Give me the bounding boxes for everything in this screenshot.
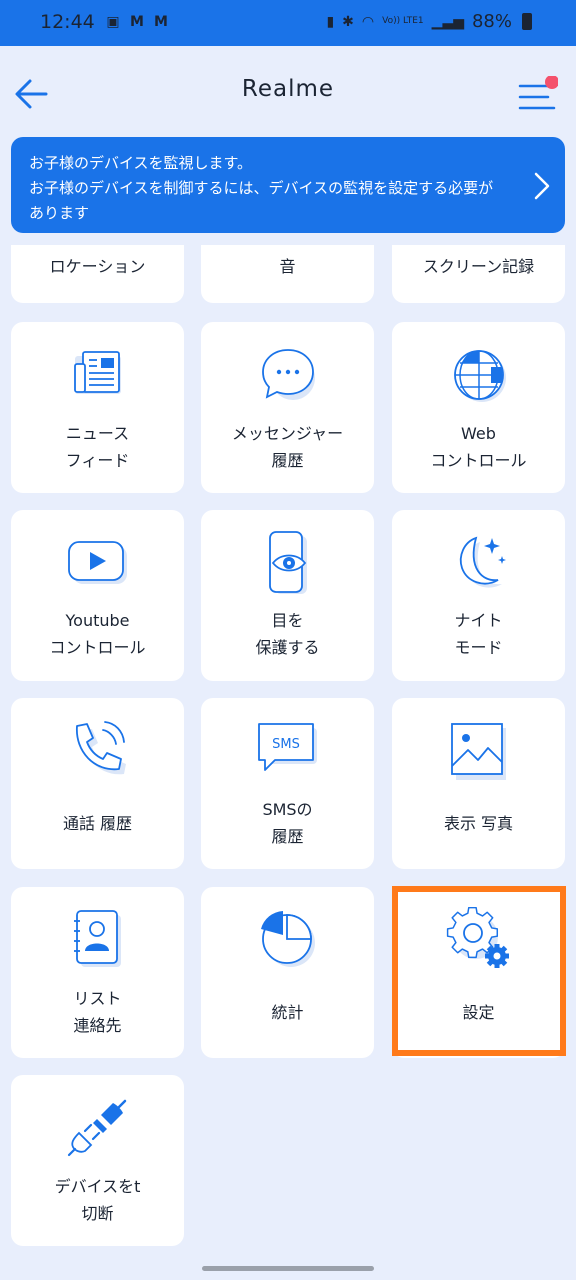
chevron-right-icon: [534, 172, 550, 200]
volte-icon: Vo)) LTE1: [382, 16, 424, 26]
tile-label: 音: [279, 257, 296, 276]
tile-label-line1: 統計: [271, 1003, 304, 1022]
tile-sms-history[interactable]: SMS SMSの 履歴: [201, 698, 374, 869]
tile-label-line1: メッセンジャー: [231, 424, 344, 443]
status-time: 12:44: [40, 11, 95, 33]
plug-disconnect-icon: [67, 1099, 126, 1157]
tile-label-line1: Web: [461, 424, 496, 443]
tile-disconnect-device[interactable]: デバイスをt 切断: [11, 1075, 184, 1246]
sms-icon: SMS: [257, 723, 317, 771]
photo-icon: [450, 723, 506, 780]
play-video-icon: [67, 541, 127, 584]
gear-icon: [446, 907, 509, 968]
globe-icon: [453, 350, 506, 402]
tile-eye-protection[interactable]: 目を 保護する: [201, 510, 374, 681]
tile-label-line2: 履歴: [271, 451, 304, 470]
signal-icon: ▁▃▅: [431, 13, 464, 30]
chat-bubble-icon: [261, 349, 315, 400]
tile-night-mode[interactable]: ナイト モード: [392, 510, 565, 681]
home-indicator[interactable]: [202, 1266, 374, 1271]
menu-icon[interactable]: [518, 76, 558, 116]
status-bar: 12:44 ▣ M M ▮ ✱ ◠ Vo)) LTE1 ▁▃▅ 88%: [0, 0, 576, 46]
tile-screen-recording[interactable]: スクリーン記録: [392, 245, 565, 303]
tile-label-line2: 切断: [81, 1204, 114, 1223]
tile-call-history[interactable]: 通話 履歴: [11, 698, 184, 869]
tile-label: スクリーン記録: [422, 257, 535, 276]
tile-settings[interactable]: 設定: [392, 887, 565, 1058]
contacts-book-icon: [73, 910, 121, 967]
tile-label-line2: フィード: [65, 451, 130, 470]
tile-label-line2: 連絡先: [73, 1016, 122, 1035]
tile-location[interactable]: ロケーション: [11, 245, 184, 303]
status-right: ▮ ✱ ◠ Vo)) LTE1 ▁▃▅ 88%: [326, 11, 532, 32]
tile-label-line1: 通話 履歴: [62, 814, 133, 833]
tile-label: ロケーション: [49, 257, 146, 276]
moon-stars-icon: [459, 536, 506, 588]
sim-icon: ▮: [326, 13, 335, 30]
tile-web-control[interactable]: Web コントロール: [392, 322, 565, 493]
banner-line-2: お子様のデバイスを制御するには、デバイスの監視を設定する必要があります: [29, 179, 494, 222]
sms-icon-text: SMS: [272, 737, 300, 752]
tile-label-line1: ナイト: [454, 611, 503, 630]
tile-label-line2: モード: [454, 638, 503, 657]
tile-label-line1: デバイスをt: [54, 1177, 141, 1196]
tile-youtube-control[interactable]: Youtube コントロール: [11, 510, 184, 681]
bluetooth-icon: ✱: [342, 13, 354, 30]
tile-label-line1: ニュース: [65, 424, 130, 443]
tile-label-line1: 設定: [462, 1003, 495, 1022]
tile-contacts-list[interactable]: リスト 連絡先: [11, 887, 184, 1058]
tile-label-line2: 履歴: [271, 827, 304, 846]
pie-chart-icon: [260, 911, 315, 967]
tile-label-line2: 保護する: [255, 638, 320, 657]
banner-line-1: お子様のデバイスを監視します。: [29, 154, 253, 172]
battery-icon: [522, 13, 532, 30]
gmail-notification-icon-2: M: [154, 14, 168, 30]
tile-label-line1: 表示 写真: [443, 814, 514, 833]
tile-label-line1: 目を: [271, 611, 304, 630]
page-title: Realme: [241, 76, 335, 102]
eye-phone-icon: [268, 531, 307, 594]
gallery-notification-icon: ▣: [106, 14, 120, 30]
newspaper-icon: [73, 351, 121, 394]
tile-label-line1: Youtube: [65, 611, 130, 630]
monitoring-banner[interactable]: お子様のデバイスを監視します。 お子様のデバイスを制御するには、デバイスの監視を…: [11, 137, 565, 233]
tile-news-feed[interactable]: ニュース フィード: [11, 322, 184, 493]
tile-label-line1: SMSの: [262, 800, 313, 819]
tile-label-line2: コントロール: [430, 451, 527, 470]
gmail-notification-icon: M: [130, 14, 144, 30]
battery-percent: 88%: [471, 11, 512, 32]
tile-view-photos[interactable]: 表示 写真: [392, 698, 565, 869]
tile-statistics[interactable]: 統計: [201, 887, 374, 1058]
status-notifications: ▣ M M: [104, 14, 170, 30]
app-bar: Realme: [0, 46, 576, 136]
small-gear-icon: [484, 944, 509, 968]
phone-call-icon: [75, 721, 126, 775]
wifi-icon: ◠: [361, 13, 375, 30]
tile-messenger-history[interactable]: メッセンジャー 履歴: [201, 322, 374, 493]
tile-label-line2: コントロール: [49, 638, 146, 657]
tile-label-line1: リスト: [73, 989, 122, 1008]
tile-sound[interactable]: 音: [201, 245, 374, 303]
